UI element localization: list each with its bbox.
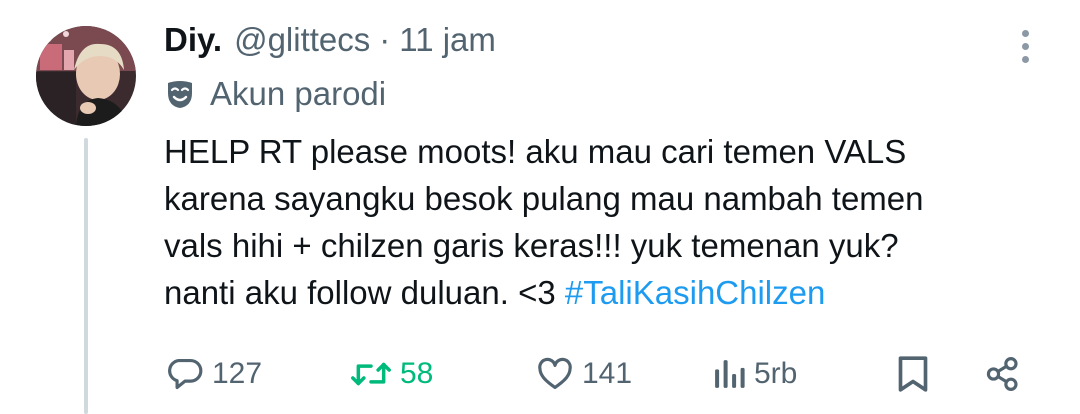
retweet-count: 58 xyxy=(400,357,434,390)
display-name[interactable]: Diy. xyxy=(164,21,222,59)
separator-dot: · xyxy=(379,21,391,58)
reply-count: 127 xyxy=(212,357,263,390)
user-handle[interactable]: @glittecs xyxy=(234,21,370,59)
reply-button[interactable]: 127 xyxy=(166,348,262,400)
views-button[interactable]: 5rb xyxy=(712,348,797,400)
tweet-header: Diy. @glittecs · 11 jam xyxy=(164,18,496,62)
tweet-text-line: karena sayangku besok pulang mau nambah … xyxy=(164,180,924,217)
parody-label-text: Akun parodi xyxy=(210,75,387,112)
parody-label: Akun parodi xyxy=(164,72,386,116)
parody-mask-icon xyxy=(168,81,192,108)
share-button[interactable] xyxy=(984,348,1022,400)
tweet-text-segment: nanti aku follow duluan. <3 xyxy=(164,274,565,311)
more-vertical-icon[interactable] xyxy=(1010,24,1040,68)
like-icon xyxy=(538,357,572,390)
timestamp[interactable]: 11 jam xyxy=(399,21,496,59)
bookmark-icon xyxy=(898,356,928,392)
tweet-text-line: HELP RT please moots! aku mau cari temen… xyxy=(164,133,907,170)
retweet-icon xyxy=(351,362,391,386)
tweet-text: HELP RT please moots! aku mau cari temen… xyxy=(164,128,1064,316)
views-icon xyxy=(715,360,745,388)
thread-line xyxy=(84,138,88,414)
retweet-button[interactable]: 58 xyxy=(350,348,433,400)
hashtag-link[interactable]: #TaliKasihChilzen xyxy=(565,274,825,311)
avatar[interactable] xyxy=(36,26,136,126)
like-button[interactable]: 141 xyxy=(536,348,632,400)
tweet-text-line: nanti aku follow duluan. <3 #TaliKasihCh… xyxy=(164,269,1064,316)
view-count: 5rb xyxy=(754,357,798,390)
reply-icon xyxy=(168,358,203,390)
tweet-text-line: vals hihi + chilzen garis keras!!! yuk t… xyxy=(164,227,899,264)
bookmark-button[interactable] xyxy=(896,348,930,400)
like-count: 141 xyxy=(582,357,633,390)
share-icon xyxy=(986,357,1018,391)
